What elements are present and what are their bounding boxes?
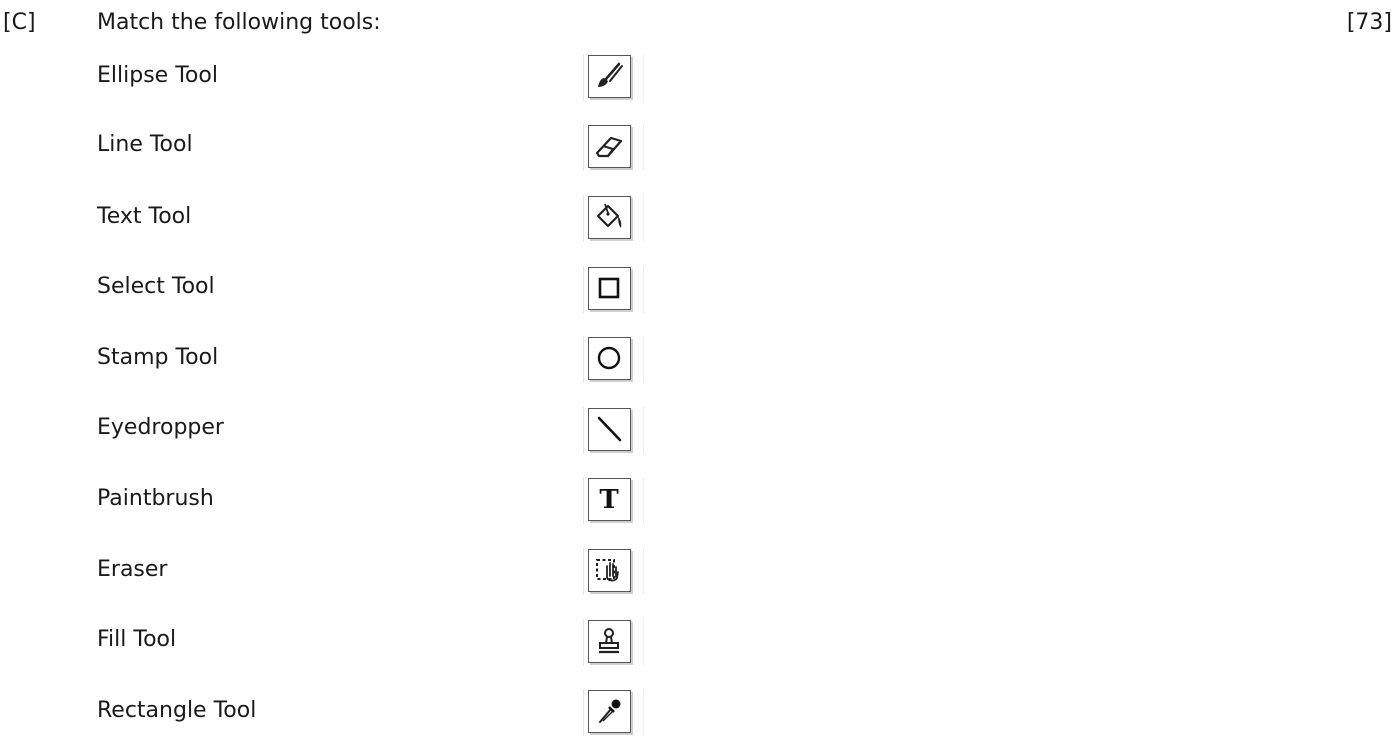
tool-name-rectangle: Rectangle Tool — [97, 698, 257, 723]
paint-bucket-icon — [583, 195, 644, 242]
worksheet-page: [C] Match the following tools: [73] Elli… — [0, 0, 1396, 736]
rectangle-icon — [583, 266, 644, 313]
tool-name-eyedropper: Eyedropper — [97, 415, 224, 440]
stamp-icon — [583, 619, 644, 666]
ellipse-icon — [583, 336, 644, 383]
tool-name-ellipse: Ellipse Tool — [97, 63, 218, 88]
line-icon — [583, 407, 644, 454]
question-marks: [73] — [1346, 10, 1392, 35]
question-text: Match the following tools: — [97, 10, 381, 35]
tool-name-eraser: Eraser — [97, 557, 168, 582]
tool-name-stamp: Stamp Tool — [97, 345, 219, 370]
paintbrush-icon — [583, 54, 644, 101]
text-icon: T — [583, 477, 644, 524]
text-icon-glyph: T — [599, 485, 619, 515]
select-hand-icon — [583, 548, 644, 595]
tool-name-text: Text Tool — [97, 204, 192, 229]
eyedropper-icon — [583, 689, 644, 736]
tool-name-fill: Fill Tool — [97, 627, 177, 652]
tool-name-select: Select Tool — [97, 274, 215, 299]
tool-name-line: Line Tool — [97, 132, 193, 157]
eraser-icon — [583, 124, 644, 171]
tool-name-paintbrush: Paintbrush — [97, 486, 214, 511]
question-label: [C] — [3, 10, 36, 35]
